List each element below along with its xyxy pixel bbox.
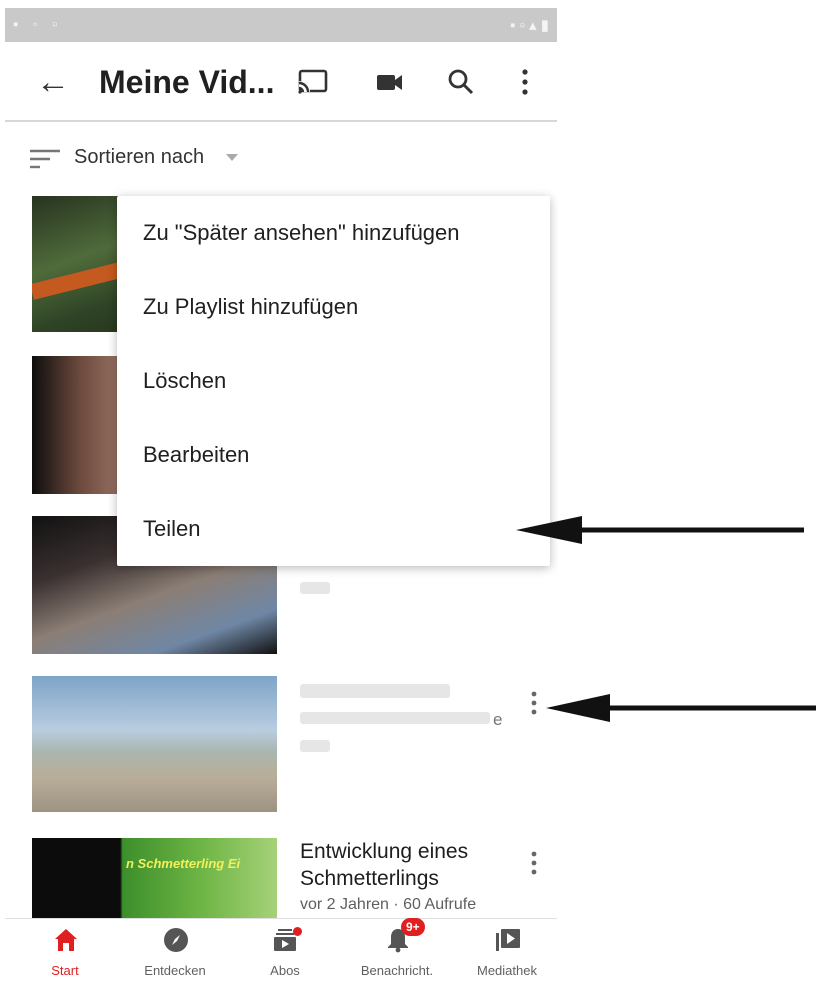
menu-item-label: Teilen <box>143 516 201 541</box>
status-icons-left: ▪ ◦ ▫ <box>13 16 63 33</box>
nav-item-start[interactable]: Start <box>15 919 115 986</box>
bottom-navigation: Start Entdecken Abos 9+ Benachricht. Med… <box>5 918 557 986</box>
nav-item-entdecken[interactable]: Entdecken <box>125 919 225 986</box>
search-icon[interactable] <box>441 62 481 102</box>
menu-item-label: Löschen <box>143 368 227 393</box>
compass-icon <box>164 928 188 952</box>
more-vert-icon[interactable] <box>511 62 551 102</box>
cast-icon[interactable] <box>293 62 333 102</box>
blurred-video-meta <box>300 712 490 724</box>
menu-item-add-to-playlist[interactable]: Zu Playlist hinzufügen <box>117 270 550 342</box>
top-app-bar: ← Meine Vid... <box>5 44 557 122</box>
video-camera-icon[interactable] <box>369 62 409 102</box>
blurred-video-meta <box>300 740 330 752</box>
annotation-arrow <box>546 694 816 722</box>
more-vert-icon[interactable] <box>524 688 544 718</box>
status-icons-right: ▪ ▫ ▴ ▮ <box>510 17 549 34</box>
home-icon <box>55 929 77 951</box>
video-title[interactable]: Entwicklung eines Schmetterlings <box>300 838 500 892</box>
nav-label: Abos <box>270 963 300 978</box>
menu-item-share[interactable]: Teilen <box>117 492 550 564</box>
app-screen: ▪ ◦ ▫ ▪ ▫ ▴ ▮ ← Meine Vid... Sortieren n… <box>0 0 558 986</box>
menu-item-label: Zu "Später ansehen" hinzufügen <box>143 220 460 245</box>
nav-item-abos[interactable]: Abos <box>235 919 335 986</box>
context-menu: Zu "Später ansehen" hinzufügen Zu Playli… <box>117 196 550 566</box>
nav-label: Mediathek <box>477 963 537 978</box>
chevron-down-icon <box>226 154 238 161</box>
nav-label: Benachricht. <box>360 963 434 978</box>
menu-item-label: Zu Playlist hinzufügen <box>143 294 359 319</box>
video-thumbnail[interactable] <box>32 676 277 812</box>
page-title: Meine Vid... <box>99 64 275 100</box>
menu-item-watch-later[interactable]: Zu "Später ansehen" hinzufügen <box>117 196 550 268</box>
notification-badge: 9+ <box>401 918 425 936</box>
thumbnail-caption: n Schmetterling Ei <box>126 856 241 871</box>
new-content-dot <box>293 927 302 936</box>
obscured-text: e <box>493 710 503 729</box>
status-bar: ▪ ◦ ▫ ▪ ▫ ▴ ▮ <box>5 8 557 42</box>
nav-item-benachrichtigungen[interactable]: 9+ Benachricht. <box>347 918 447 986</box>
nav-label: Entdecken <box>144 963 206 978</box>
sort-dropdown[interactable]: Sortieren nach <box>28 140 328 176</box>
video-thumbnail[interactable]: n Schmetterling Ei <box>32 838 277 918</box>
more-vert-icon[interactable] <box>524 848 544 878</box>
sort-label: Sortieren nach <box>74 146 205 168</box>
menu-item-delete[interactable]: Löschen <box>117 344 550 416</box>
menu-item-label: Bearbeiten <box>143 442 250 467</box>
video-meta: vor 2 Jahren · 60 Aufrufe <box>300 896 477 913</box>
annotation-arrow <box>516 516 804 544</box>
menu-item-edit[interactable]: Bearbeiten <box>117 418 550 490</box>
back-arrow-icon[interactable]: ← <box>33 64 73 104</box>
blurred-video-meta <box>300 582 330 594</box>
nav-label: Start <box>51 963 79 978</box>
nav-item-mediathek[interactable]: Mediathek <box>457 919 557 986</box>
blurred-video-title <box>300 684 450 698</box>
library-icon <box>496 929 520 951</box>
sort-icon <box>30 149 60 169</box>
